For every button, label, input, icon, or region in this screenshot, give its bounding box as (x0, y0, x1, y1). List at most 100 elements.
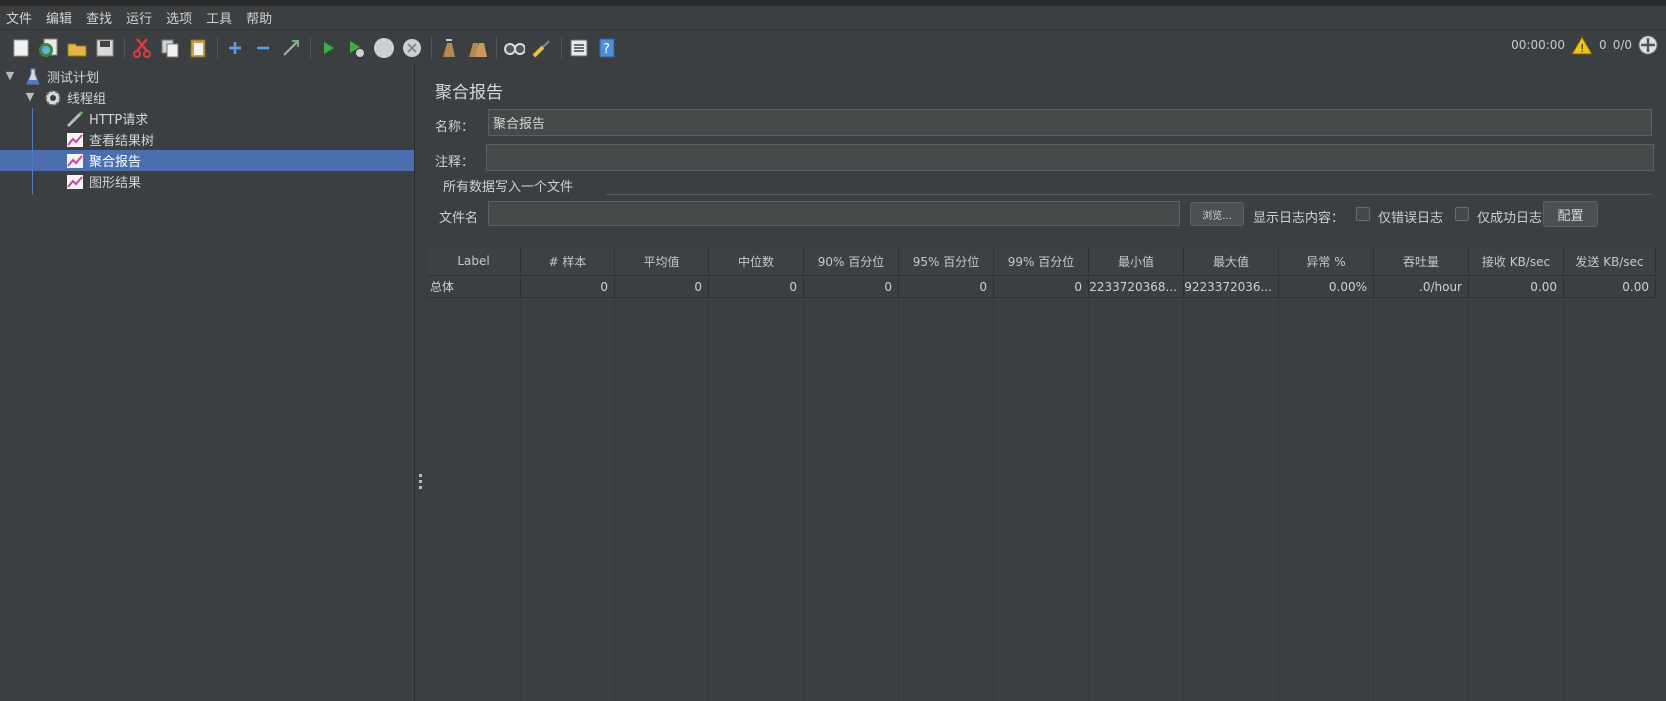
column-header[interactable]: 吞吐量 (1374, 247, 1469, 276)
column-header[interactable]: Label (427, 247, 521, 276)
page-title: 聚合报告 (435, 83, 503, 103)
tree-node-label: 查看结果树 (89, 134, 155, 149)
column-divider (898, 298, 899, 701)
clear-icon[interactable] (438, 37, 460, 59)
column-divider (993, 298, 994, 701)
column-header[interactable]: 99% 百分位 (994, 247, 1089, 276)
browse-button[interactable]: 浏览... (1190, 202, 1244, 226)
reset-search-icon[interactable] (531, 37, 553, 59)
chevron-down-icon[interactable]: ▼ (4, 69, 16, 82)
tree-node-label: 线程组 (67, 92, 107, 107)
table-cell: 0 (615, 276, 709, 298)
success-only-checkbox[interactable] (1455, 207, 1469, 221)
column-header[interactable]: 异常 % (1279, 247, 1374, 276)
file-group-title: 所有数据写入一个文件 (443, 180, 574, 195)
test-plan-tree: ▼ 测试计划 ▼ 线程组 HTTP请求 查看结果树 聚合报告 图形结果 (0, 64, 414, 701)
split-pane-divider[interactable] (414, 64, 420, 701)
column-divider (1373, 298, 1374, 701)
menu-tools[interactable]: 工具 (206, 8, 232, 27)
tree-node-thread-group[interactable]: 线程组 (44, 87, 106, 108)
tree-node-graph-results[interactable]: 图形结果 (66, 171, 141, 192)
table-cell: .0/hour (1374, 276, 1469, 298)
menu-bar: 文件 编辑 查找 运行 选项 工具 帮助 (0, 6, 1666, 30)
chart-icon (66, 173, 84, 191)
table-row[interactable]: 总体 0 0 0 0 0 0 92233720368... -922337203… (427, 276, 1656, 298)
table-cell: 0 (804, 276, 899, 298)
column-divider (803, 298, 804, 701)
column-header[interactable]: # 样本 (521, 247, 615, 276)
svg-text:!: ! (1580, 42, 1584, 55)
tree-node-aggregate-report[interactable]: 聚合报告 (0, 150, 414, 171)
table-cell: 总体 (427, 276, 521, 298)
toolbar-separator (124, 36, 125, 59)
search-icon[interactable] (503, 37, 525, 59)
menu-run[interactable]: 运行 (126, 8, 152, 27)
chevron-down-icon[interactable]: ▼ (24, 90, 36, 103)
warning-count: 0 (1599, 38, 1607, 52)
start-no-pause-icon[interactable] (345, 37, 367, 59)
column-header[interactable]: 95% 百分位 (899, 247, 994, 276)
column-header[interactable]: 平均值 (615, 247, 709, 276)
comment-label: 注释： (435, 155, 475, 170)
group-border (606, 194, 1652, 195)
tree-node-results-tree[interactable]: 查看结果树 (66, 129, 154, 150)
column-divider (520, 298, 521, 701)
open-icon[interactable] (66, 37, 88, 59)
table-cell: 92233720368... (1089, 276, 1184, 298)
tree-node-label: HTTP请求 (89, 113, 149, 128)
start-icon[interactable] (317, 37, 339, 59)
menu-search[interactable]: 查找 (86, 8, 112, 27)
function-helper-icon[interactable] (568, 37, 590, 59)
svg-text:?: ? (603, 42, 610, 57)
column-header[interactable]: 发送 KB/sec (1564, 247, 1656, 276)
name-field[interactable]: 聚合报告 (488, 109, 1652, 136)
warning-icon[interactable]: ! (1571, 35, 1593, 55)
tree-node-label: 图形结果 (89, 176, 142, 191)
remote-icon[interactable] (1638, 35, 1658, 55)
tree-node-http-request[interactable]: HTTP请求 (66, 108, 148, 129)
tree-connector-line (32, 108, 33, 194)
help-icon[interactable]: ? (596, 37, 618, 59)
column-header[interactable]: 最小值 (1089, 247, 1184, 276)
templates-icon[interactable] (38, 37, 60, 59)
shutdown-icon[interactable] (401, 37, 423, 59)
errors-only-checkbox[interactable] (1356, 207, 1370, 221)
table-cell: 0.00 (1564, 276, 1656, 298)
toggle-icon[interactable] (280, 37, 302, 59)
tree-node-test-plan[interactable]: 测试计划 (24, 66, 99, 87)
toolbar-separator (431, 36, 432, 59)
filename-field[interactable] (488, 201, 1180, 226)
comment-field[interactable] (486, 144, 1654, 171)
column-divider (614, 298, 615, 701)
menu-file[interactable]: 文件 (6, 8, 32, 27)
column-header[interactable]: 接收 KB/sec (1469, 247, 1564, 276)
tree-node-label: 测试计划 (47, 71, 100, 86)
menu-edit[interactable]: 编辑 (46, 8, 72, 27)
elapsed-timer: 00:00:00 (1511, 38, 1566, 52)
success-only-label: 仅成功日志 (1477, 211, 1543, 226)
menu-options[interactable]: 选项 (166, 8, 192, 27)
new-icon[interactable] (10, 37, 32, 59)
save-icon[interactable] (94, 37, 116, 59)
column-header[interactable]: 90% 百分位 (804, 247, 899, 276)
table-cell: 0 (994, 276, 1089, 298)
copy-icon[interactable] (159, 37, 181, 59)
menu-help[interactable]: 帮助 (246, 8, 272, 27)
column-header[interactable]: 中位数 (709, 247, 804, 276)
filename-label: 文件名 (439, 211, 479, 226)
cut-icon[interactable] (131, 37, 153, 59)
aggregate-report-panel: 聚合报告 名称： 聚合报告 注释： 所有数据写入一个文件 文件名 浏览... 显… (421, 64, 1666, 701)
column-divider (1563, 298, 1564, 701)
name-label: 名称： (435, 120, 475, 135)
config-button[interactable]: 配置 (1543, 201, 1598, 227)
paste-icon[interactable] (187, 37, 209, 59)
errors-only-label: 仅错误日志 (1378, 211, 1444, 226)
table-cell: 0 (899, 276, 994, 298)
clear-all-icon[interactable] (466, 37, 488, 59)
stop-icon[interactable] (373, 37, 395, 59)
expand-icon[interactable] (224, 37, 246, 59)
results-table: Label # 样本 平均值 中位数 90% 百分位 95% 百分位 99% 百… (427, 247, 1661, 701)
column-header[interactable]: 最大值 (1184, 247, 1279, 276)
column-divider (1088, 298, 1089, 701)
collapse-icon[interactable] (252, 37, 274, 59)
